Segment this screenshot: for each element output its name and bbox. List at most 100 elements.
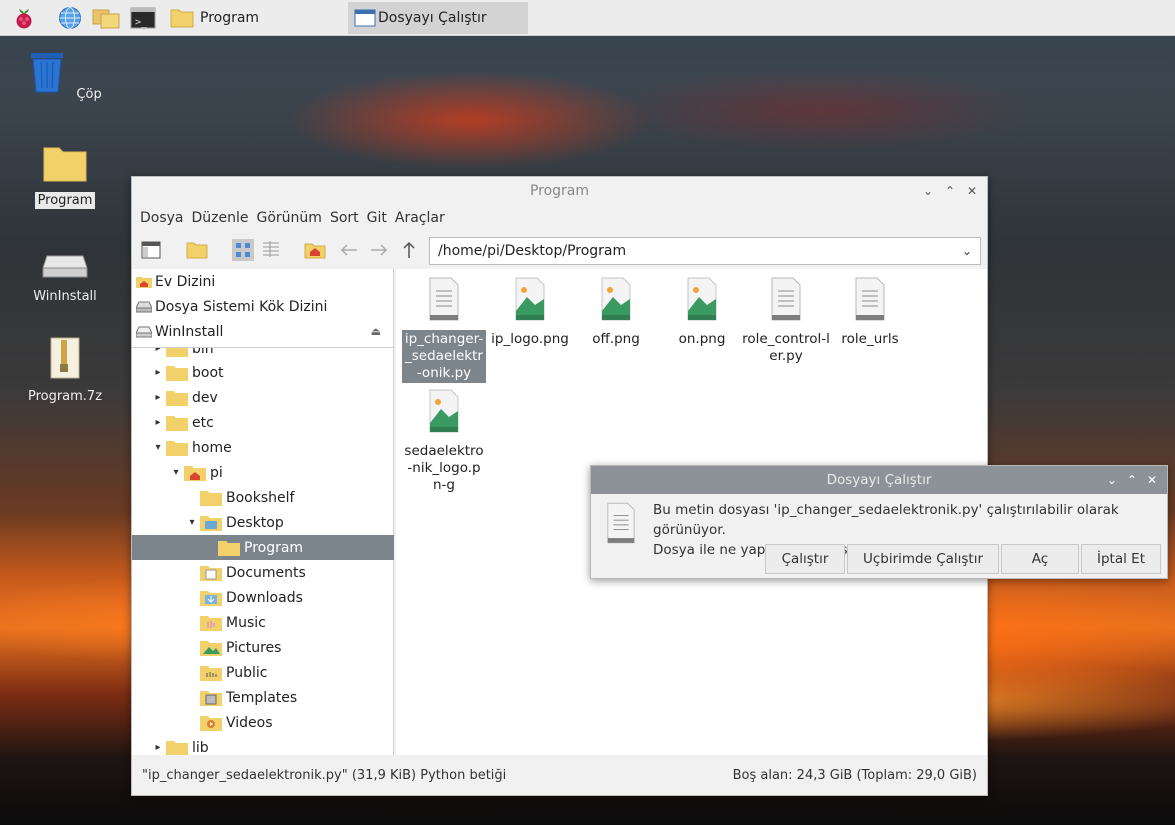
- place-root[interactable]: Dosya Sistemi Kök Dizini: [132, 294, 393, 319]
- forward-arrow-icon[interactable]: [368, 239, 390, 261]
- folder-icon: [166, 365, 188, 381]
- tree-item-videos[interactable]: Videos: [184, 710, 394, 735]
- minimize-icon[interactable]: ⌄: [1107, 466, 1117, 494]
- tree-label: Downloads: [226, 589, 303, 606]
- maximize-icon[interactable]: ⌃: [1127, 466, 1137, 494]
- home-icon[interactable]: [304, 239, 326, 261]
- expander-icon[interactable]: ▾: [184, 517, 200, 528]
- tree-item-music[interactable]: Music: [184, 610, 394, 635]
- menu-sort[interactable]: Sort: [330, 210, 359, 226]
- desktop-icon-program[interactable]: Program: [20, 144, 110, 209]
- desktop-icon-label: Program.7z: [27, 389, 103, 404]
- new-folder-icon[interactable]: [186, 239, 208, 261]
- tree-item-home[interactable]: ▾ home: [150, 435, 394, 460]
- tree-item-downloads[interactable]: Downloads: [184, 585, 394, 610]
- tree-item-documents[interactable]: Documents: [184, 560, 394, 585]
- desktop-icon-wininstall[interactable]: WinInstall: [20, 250, 110, 305]
- tree-label: bin: [192, 347, 214, 357]
- web-browser-icon[interactable]: [58, 6, 82, 30]
- svg-text:>_: >_: [135, 17, 148, 28]
- tree-item-pi[interactable]: ▾ pi: [168, 460, 394, 485]
- menu-araclar[interactable]: Araçlar: [395, 210, 445, 226]
- file-item[interactable]: off.png: [574, 275, 658, 349]
- place-wininstall[interactable]: WinInstall ⏏: [132, 319, 393, 344]
- file-item[interactable]: role_urls: [828, 275, 912, 349]
- places-list: Ev Dizini Dosya Sistemi Kök Dizini WinIn…: [132, 269, 393, 344]
- tree-item-bin[interactable]: ▸ bin: [150, 347, 394, 361]
- minimize-icon[interactable]: ⌄: [921, 177, 935, 205]
- dialog-titlebar[interactable]: Dosyayı Çalıştır ⌄ ⌃ ✕: [591, 466, 1167, 494]
- desktop-icon-trash[interactable]: Çöp: [20, 50, 110, 103]
- place-home[interactable]: Ev Dizini: [132, 269, 393, 294]
- tree-item-lib[interactable]: ▸ lib: [150, 735, 394, 755]
- icon-view-icon[interactable]: [232, 239, 254, 261]
- terminal-icon[interactable]: >_: [130, 6, 156, 30]
- tree-label: home: [192, 439, 232, 456]
- menu-gorunum[interactable]: Görünüm: [257, 210, 322, 226]
- tree-label: Templates: [226, 689, 298, 706]
- path-bar[interactable]: /home/pi/Desktop/Program ⌄: [429, 237, 981, 265]
- expander-icon[interactable]: ▸: [150, 392, 166, 403]
- run-button[interactable]: Çalıştır: [765, 544, 845, 574]
- tree-item-desktop[interactable]: ▾ Desktop: [184, 510, 394, 535]
- tree-item-etc[interactable]: ▸ etc: [150, 410, 394, 435]
- file-name: off.png: [592, 331, 640, 347]
- eject-icon[interactable]: ⏏: [371, 325, 381, 338]
- trash-icon: [31, 53, 64, 93]
- taskbar-task-program[interactable]: Program: [162, 2, 342, 34]
- menu-git[interactable]: Git: [367, 210, 387, 226]
- chevron-down-icon[interactable]: ⌄: [962, 238, 972, 264]
- open-button[interactable]: Aç: [1001, 544, 1079, 574]
- documents-folder-icon: [200, 565, 222, 581]
- templates-folder-icon: [200, 690, 222, 706]
- drive-icon: [42, 255, 88, 278]
- tree-item-public[interactable]: Public: [184, 660, 394, 685]
- menubar: Dosya Düzenle Görünüm Sort Git Araçlar: [132, 205, 987, 231]
- dialog-title: Dosyayı Çalıştır: [826, 472, 932, 488]
- tree-label: Public: [226, 664, 268, 681]
- expander-icon[interactable]: ▸: [150, 417, 166, 428]
- tree-item-pictures[interactable]: Pictures: [184, 635, 394, 660]
- expander-icon[interactable]: ▸: [150, 742, 166, 753]
- folder-icon: [200, 490, 222, 506]
- tree-item-program[interactable]: Program: [132, 535, 394, 560]
- maximize-icon[interactable]: ⌃: [943, 177, 957, 205]
- folder-icon: [170, 9, 194, 28]
- back-arrow-icon[interactable]: [338, 239, 360, 261]
- tree-item-bookshelf[interactable]: Bookshelf: [184, 485, 394, 510]
- close-icon[interactable]: ✕: [965, 177, 979, 205]
- file-item[interactable]: role_control-ler.py: [738, 275, 834, 366]
- desktop-icon-label: Çöp: [76, 87, 102, 102]
- window-icon: [354, 9, 376, 27]
- list-view-icon[interactable]: [260, 239, 282, 261]
- window-titlebar[interactable]: Program ⌄ ⌃ ✕: [132, 177, 987, 205]
- file-item[interactable]: ip_changer-_sedaelektr-onik.py: [402, 275, 486, 383]
- taskbar: >_ Program Dosyayı Çalıştır: [0, 0, 1175, 36]
- directory-tree: ▸ bin ▸ boot ▸ dev ▸ etc ▾ home ▾ pi Boo…: [132, 347, 394, 755]
- expander-icon[interactable]: ▾: [168, 467, 184, 478]
- expander-icon[interactable]: ▸: [150, 348, 166, 354]
- taskbar-task-run-dialog[interactable]: Dosyayı Çalıştır: [348, 2, 528, 34]
- desktop-icon-program-7z[interactable]: Program.7z: [20, 336, 110, 405]
- tree-item-dev[interactable]: ▸ dev: [150, 385, 394, 410]
- cancel-button[interactable]: İptal Et: [1081, 544, 1161, 574]
- up-arrow-icon[interactable]: [398, 239, 420, 261]
- run-in-terminal-button[interactable]: Uçbirimde Çalıştır: [847, 544, 999, 574]
- close-icon[interactable]: ✕: [1147, 466, 1157, 494]
- tree-label: Desktop: [226, 514, 284, 531]
- new-window-icon[interactable]: [140, 239, 162, 261]
- menu-dosya[interactable]: Dosya: [140, 210, 184, 226]
- file-item[interactable]: on.png: [660, 275, 744, 349]
- file-manager-icon[interactable]: [92, 6, 120, 30]
- expander-icon[interactable]: ▾: [150, 442, 166, 453]
- file-item[interactable]: ip_logo.png: [488, 275, 572, 349]
- tree-item-boot[interactable]: ▸ boot: [150, 360, 394, 385]
- tree-item-templates[interactable]: Templates: [184, 685, 394, 710]
- tree-label: etc: [192, 414, 214, 431]
- taskbar-task-label: Program: [200, 10, 260, 26]
- menu-duzenle[interactable]: Düzenle: [192, 210, 249, 226]
- file-item[interactable]: sedaelektro-nik_logo.pn-g: [402, 387, 486, 495]
- expander-icon[interactable]: ▸: [150, 367, 166, 378]
- raspberry-menu-icon[interactable]: [12, 6, 36, 30]
- tree-label: Videos: [226, 714, 273, 731]
